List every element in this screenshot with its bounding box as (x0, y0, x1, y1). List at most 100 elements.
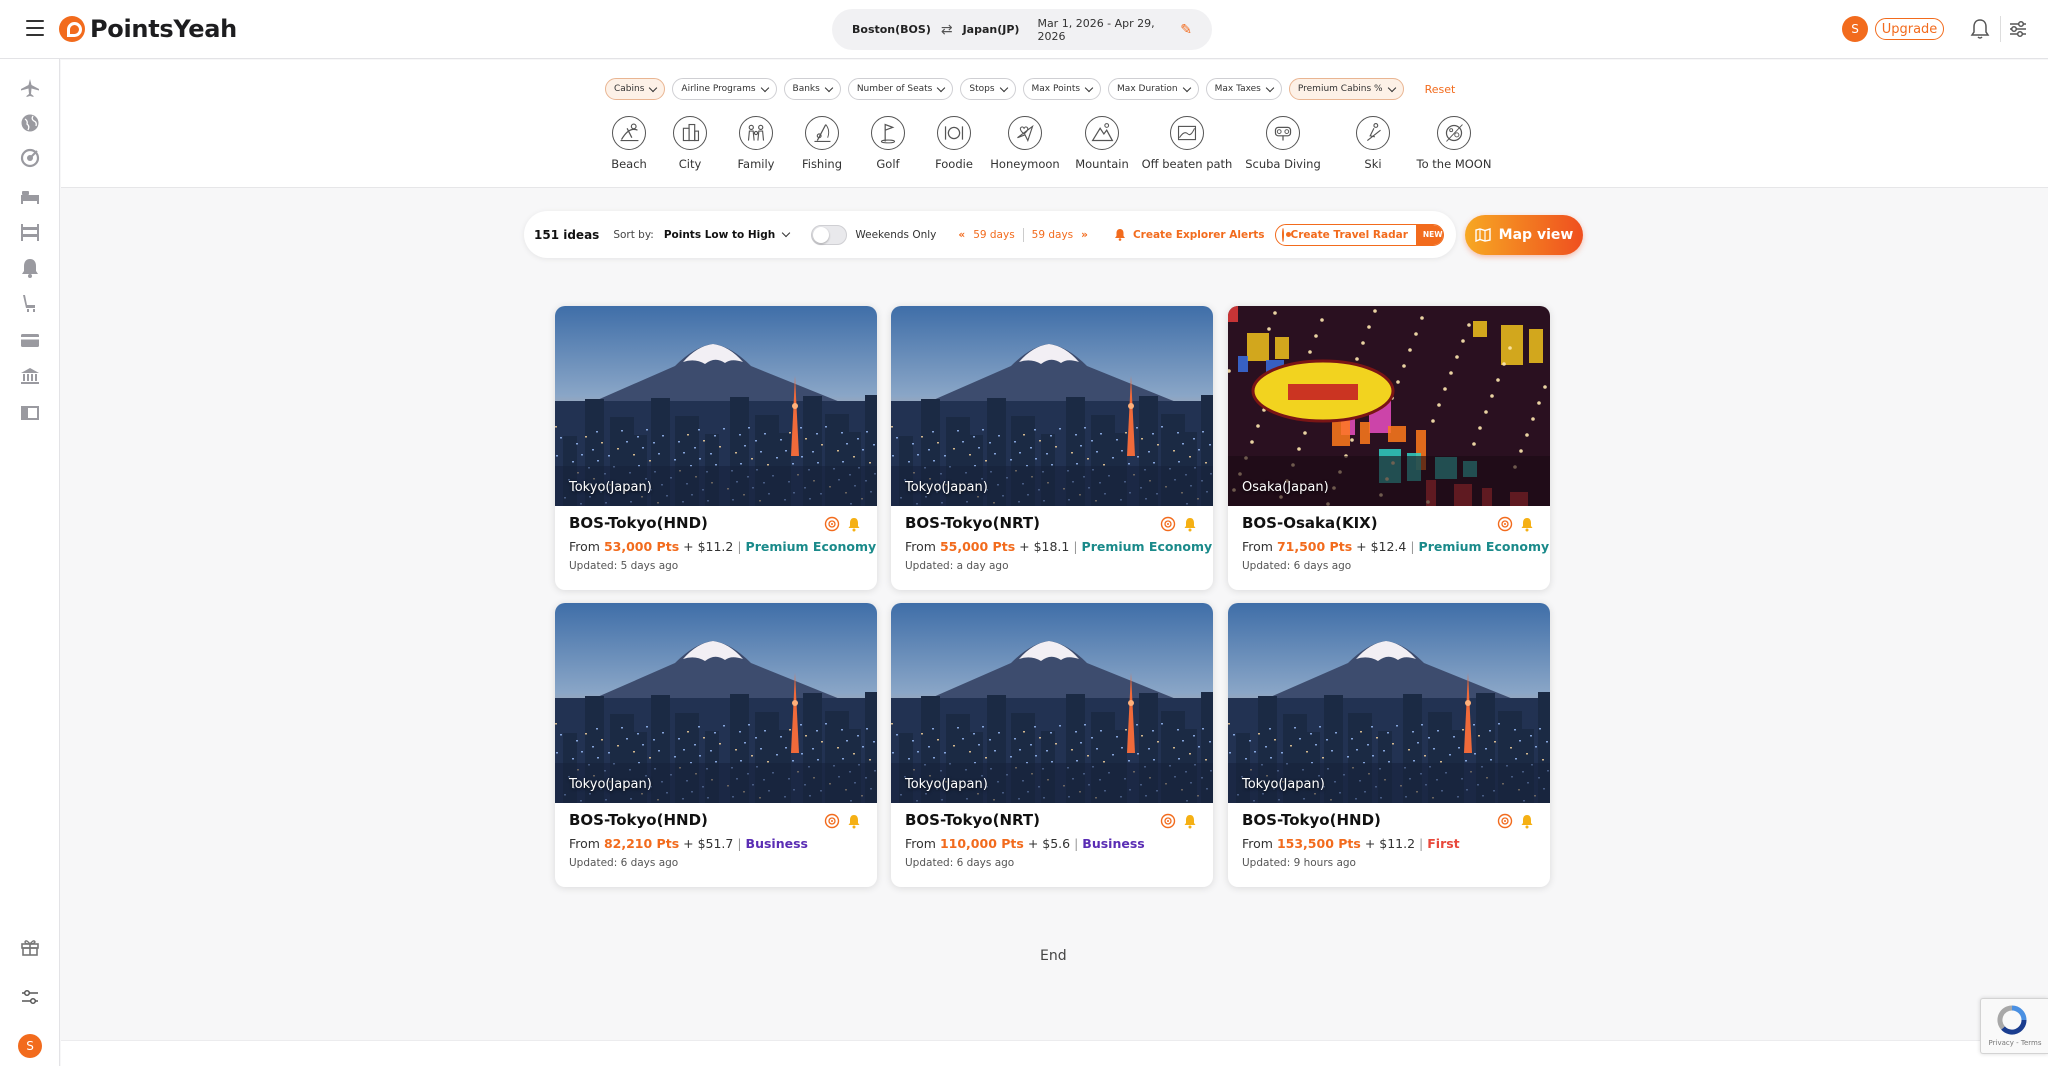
guide-book-icon[interactable] (19, 402, 41, 424)
theme-fishing[interactable]: Fishing (789, 116, 855, 171)
double-chevron-left-icon[interactable]: « (958, 229, 965, 241)
theme-beach[interactable]: Beach (601, 116, 657, 171)
filter-chip-airline-programs[interactable]: Airline Programs (672, 78, 777, 100)
logo-mark-icon (59, 16, 85, 42)
from-label: From (905, 836, 936, 851)
credit-card-icon[interactable] (19, 329, 41, 351)
route-title: BOS-Tokyo(NRT) (905, 514, 1040, 532)
weekends-toggle[interactable] (811, 224, 848, 245)
theme-honeymoon[interactable]: Honeymoon (987, 116, 1063, 171)
bank-icon[interactable] (19, 365, 41, 387)
search-summary[interactable]: Boston(BOS) ⇄ Japan(JP) Mar 1, 2026 - Ap… (832, 9, 1212, 50)
theme-family[interactable]: Family (723, 116, 789, 171)
from-label: From (569, 836, 600, 851)
filter-chip-max-duration[interactable]: Max Duration (1108, 78, 1199, 100)
theme-label: Golf (876, 157, 900, 171)
filter-chip-cabins[interactable]: Cabins (605, 78, 666, 100)
alert-bell-icon[interactable] (847, 517, 861, 532)
recaptcha-badge[interactable]: Privacy - Terms (1980, 998, 2048, 1054)
alert-bell-icon[interactable] (1183, 814, 1197, 829)
globe-icon[interactable] (19, 112, 41, 134)
filter-chip-max-taxes[interactable]: Max Taxes (1205, 78, 1282, 100)
travel-radar-icon[interactable] (824, 516, 840, 532)
filter-panel: Cabins Airline Programs Banks Number of Sea… (61, 60, 2048, 188)
theme-city[interactable]: City (657, 116, 723, 171)
bed-icon[interactable] (19, 186, 41, 208)
create-travel-radar-button[interactable]: Create Travel Radar NEW (1274, 223, 1444, 246)
alert-bell-icon[interactable] (1520, 517, 1534, 532)
date-range: Mar 1, 2026 - Apr 29, 2026 (1037, 16, 1155, 43)
alert-bell-icon[interactable] (1183, 517, 1197, 532)
chevron-down-icon (1182, 83, 1191, 92)
sidebar-avatar[interactable]: S (18, 1034, 42, 1058)
travel-radar-icon[interactable] (1497, 516, 1513, 532)
next-days-link[interactable]: 59 days (1032, 229, 1073, 241)
filter-chip-max-points[interactable]: Max Points (1022, 78, 1102, 100)
edit-pencil-icon[interactable]: ✎ (1180, 22, 1192, 38)
gift-icon[interactable] (19, 936, 41, 958)
create-explorer-alerts-button[interactable]: Create Explorer Alerts (1114, 228, 1265, 241)
travel-radar-icon[interactable] (824, 813, 840, 829)
alert-bell-icon[interactable] (847, 814, 861, 829)
menu-icon[interactable] (26, 20, 44, 36)
filter-chip-banks[interactable]: Banks (783, 78, 841, 100)
double-chevron-right-icon[interactable]: » (1081, 229, 1088, 241)
sort-dropdown[interactable]: Points Low to High (663, 228, 791, 241)
filter-chip-stops[interactable]: Stops (960, 78, 1016, 100)
tax-value: + $18.1 (1019, 539, 1070, 554)
price-line: From 153,500 Pts + $11.2 | First (1242, 836, 1536, 851)
theme-label: Ski (1364, 157, 1382, 171)
theme-selector: Beach City Family Fishing Golf Foodie Honeymoo… (601, 116, 1495, 171)
ski-icon (1356, 116, 1390, 150)
destination-card[interactable]: Tokyo(Japan) BOS-Tokyo(HND) From 153,500 P… (1228, 603, 1550, 887)
reset-filters-link[interactable]: Reset (1425, 83, 1456, 96)
destination-card[interactable]: Tokyo(Japan) BOS-Tokyo(NRT) From 55,000 Pt… (891, 306, 1213, 590)
price-line: From 82,210 Pts + $51.7 | Business (569, 836, 863, 851)
upgrade-button[interactable]: Upgrade (1875, 18, 1944, 40)
moon-icon (1437, 116, 1471, 150)
radar-label: Create Travel Radar (1290, 228, 1408, 241)
cabin-class: Premium Economy (1081, 539, 1213, 554)
theme-ski[interactable]: Ski (1333, 116, 1413, 171)
price-line: From 55,000 Pts + $18.1 | Premium Econom… (905, 539, 1212, 554)
alert-bell-icon[interactable] (1520, 814, 1534, 829)
prev-days-link[interactable]: 59 days (973, 229, 1014, 241)
filter-chip-number-of-seats[interactable]: Number of Seats (847, 78, 954, 100)
theme-mountain[interactable]: Mountain (1063, 116, 1141, 171)
theme-scuba-diving[interactable]: Scuba Diving (1233, 116, 1333, 171)
map-view-button[interactable]: Map view (1465, 215, 1583, 255)
recaptcha-links[interactable]: Privacy - Terms (1981, 1039, 2048, 1047)
results-toolbar: 151 ideas Sort by: Points Low to High We… (524, 211, 1456, 258)
filter-chip-label: Max Points (1031, 84, 1081, 94)
filter-chip-label: Max Taxes (1214, 84, 1261, 94)
destination-city: Tokyo(Japan) (1242, 777, 1325, 792)
destination-card[interactable]: Tokyo(Japan) BOS-Tokyo(HND) From 53,000 Pt… (555, 306, 877, 590)
filter-chip-label: Stops (969, 84, 995, 94)
sliders-icon[interactable] (19, 986, 41, 1008)
bunk-bed-icon[interactable] (19, 221, 41, 243)
alerts-bell-icon[interactable] (19, 257, 41, 279)
destination-card[interactable]: Tokyo(Japan) BOS-Tokyo(NRT) From 110,000 P… (891, 603, 1213, 887)
destination-card[interactable]: Osaka(Japan) BOS-Osaka(KIX) From 71,500 Pt… (1228, 306, 1550, 590)
theme-golf[interactable]: Golf (855, 116, 921, 171)
theme-to-the-moon[interactable]: To the MOON (1413, 116, 1495, 171)
avatar[interactable]: S (1842, 16, 1868, 42)
seat-icon[interactable] (19, 292, 41, 314)
theme-label: City (678, 157, 702, 171)
theme-foodie[interactable]: Foodie (921, 116, 987, 171)
swap-icon[interactable]: ⇄ (941, 22, 953, 38)
plane-icon[interactable] (19, 77, 41, 99)
filter-settings-icon[interactable] (2007, 18, 2029, 40)
travel-radar-icon[interactable] (1497, 813, 1513, 829)
sort-value: Points Low to High (663, 228, 776, 241)
filter-chip-premium-cabins[interactable]: Premium Cabins % (1288, 78, 1404, 100)
weekends-label: Weekends Only (855, 228, 937, 241)
notifications-bell-icon[interactable] (1970, 18, 1990, 40)
travel-radar-icon[interactable] (1160, 516, 1176, 532)
destination-card[interactable]: Tokyo(Japan) BOS-Tokyo(HND) From 82,210 Pt… (555, 603, 877, 887)
target-icon[interactable] (19, 147, 41, 169)
travel-radar-icon[interactable] (1160, 813, 1176, 829)
theme-off-beaten-path[interactable]: Off beaten path (1141, 116, 1233, 171)
logo[interactable]: PointsYeah (59, 15, 237, 43)
separator: | (1410, 539, 1415, 554)
